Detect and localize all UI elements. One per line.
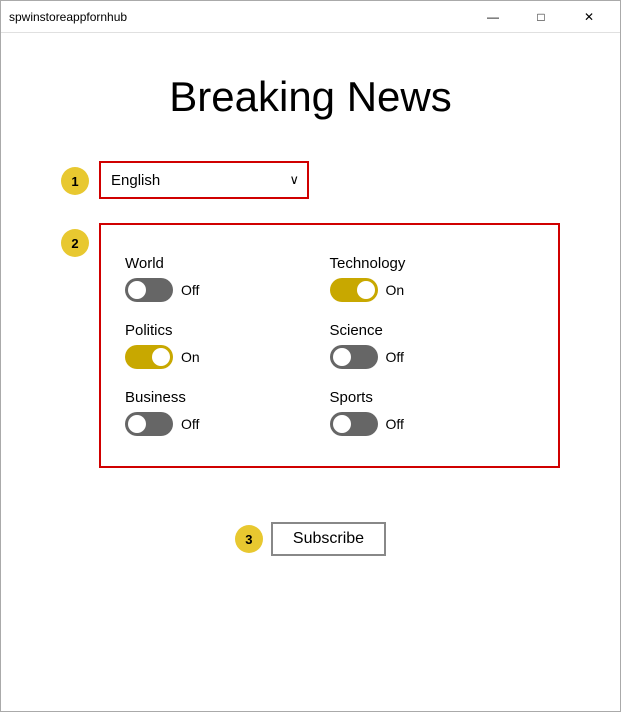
- topic-politics: Politics On: [125, 312, 330, 379]
- main-content: Breaking News 1 English Spanish French G…: [1, 33, 620, 711]
- topic-world-toggle-row: Off: [125, 278, 330, 302]
- app-title: spwinstoreappfornhub: [9, 10, 127, 24]
- subscribe-button[interactable]: Subscribe: [271, 522, 386, 556]
- topic-sports-state: Off: [386, 416, 404, 432]
- topics-box: World Off Tech: [99, 223, 560, 468]
- language-select-wrapper: English Spanish French German Chinese: [99, 161, 309, 199]
- topic-world-state: Off: [181, 282, 199, 298]
- topic-politics-toggle[interactable]: [125, 345, 173, 369]
- badge-3: 3: [235, 525, 263, 553]
- topic-technology: Technology On: [330, 245, 535, 312]
- topic-sports-thumb: [333, 415, 351, 433]
- topic-world-label: World: [125, 255, 330, 272]
- topic-politics-thumb: [152, 348, 170, 366]
- minimize-button[interactable]: —: [470, 1, 516, 33]
- topic-sports-label: Sports: [330, 389, 535, 406]
- topic-politics-label: Politics: [125, 322, 330, 339]
- topic-world-thumb: [128, 281, 146, 299]
- close-button[interactable]: ✕: [566, 1, 612, 33]
- topic-sports: Sports Off: [330, 379, 535, 446]
- topic-technology-label: Technology: [330, 255, 535, 272]
- title-bar: spwinstoreappfornhub — □ ✕: [1, 1, 620, 33]
- topic-business-thumb: [128, 415, 146, 433]
- language-select[interactable]: English Spanish French German Chinese: [99, 161, 309, 199]
- topic-science-toggle-row: Off: [330, 345, 535, 369]
- topic-business-track: [125, 412, 173, 436]
- topic-politics-state: On: [181, 349, 200, 365]
- topic-business-state: Off: [181, 416, 199, 432]
- topic-science-toggle[interactable]: [330, 345, 378, 369]
- topic-business: Business Off: [125, 379, 330, 446]
- topic-technology-toggle[interactable]: [330, 278, 378, 302]
- topics-section: 2 World Off: [61, 223, 560, 468]
- subscribe-wrapper: 3 Subscribe: [235, 522, 386, 556]
- badge-1: 1: [61, 167, 89, 195]
- window-controls: — □ ✕: [470, 1, 612, 33]
- topic-sports-track: [330, 412, 378, 436]
- topic-sports-toggle[interactable]: [330, 412, 378, 436]
- topic-politics-toggle-row: On: [125, 345, 330, 369]
- maximize-button[interactable]: □: [518, 1, 564, 33]
- topic-technology-state: On: [386, 282, 405, 298]
- app-window: spwinstoreappfornhub — □ ✕ Breaking News…: [0, 0, 621, 712]
- topic-politics-track: [125, 345, 173, 369]
- topic-world: World Off: [125, 245, 330, 312]
- subscribe-section: 3 Subscribe: [61, 522, 560, 556]
- topic-technology-track: [330, 278, 378, 302]
- topic-science-track: [330, 345, 378, 369]
- topic-business-toggle[interactable]: [125, 412, 173, 436]
- topic-business-toggle-row: Off: [125, 412, 330, 436]
- topic-business-label: Business: [125, 389, 330, 406]
- topics-grid: World Off Tech: [125, 245, 534, 446]
- topic-sports-toggle-row: Off: [330, 412, 535, 436]
- badge-2: 2: [61, 229, 89, 257]
- topic-world-track: [125, 278, 173, 302]
- topic-technology-toggle-row: On: [330, 278, 535, 302]
- topic-science-thumb: [333, 348, 351, 366]
- topic-science-label: Science: [330, 322, 535, 339]
- topic-technology-thumb: [357, 281, 375, 299]
- page-title: Breaking News: [169, 73, 451, 121]
- topic-science: Science Off: [330, 312, 535, 379]
- topic-science-state: Off: [386, 349, 404, 365]
- topic-world-toggle[interactable]: [125, 278, 173, 302]
- language-section: 1 English Spanish French German Chinese: [61, 161, 560, 199]
